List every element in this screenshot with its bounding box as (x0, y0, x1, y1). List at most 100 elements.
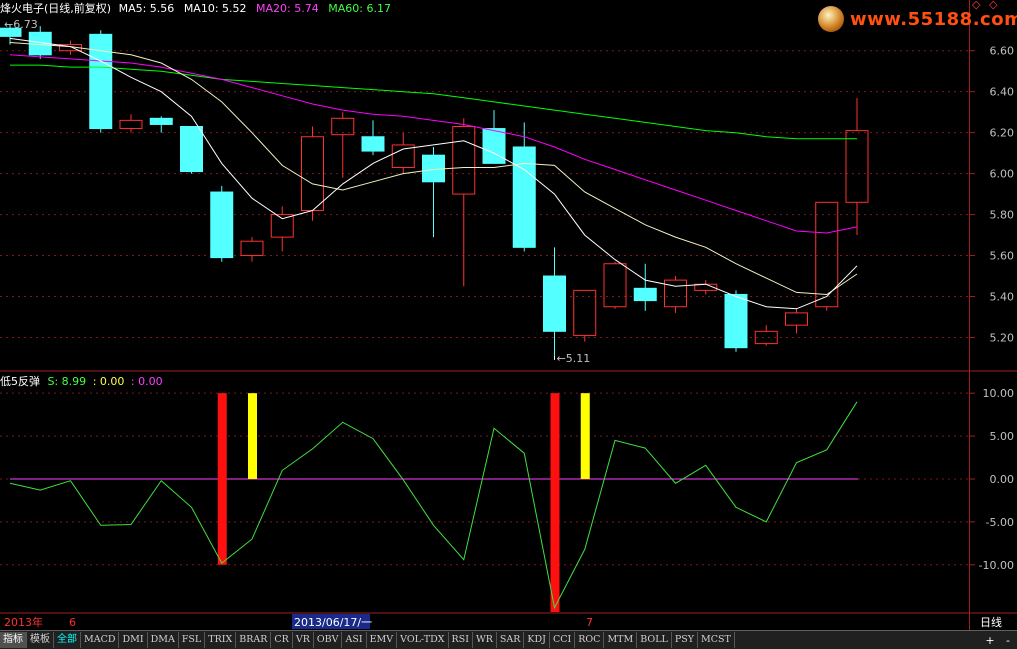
candle-body-up (452, 126, 476, 195)
date-cursor-label: 2013/06/17/一 (294, 616, 372, 629)
high-marker: ←6.73 (4, 18, 38, 31)
candle-body-up (603, 263, 627, 308)
tab-dmi[interactable]: DMI (119, 632, 148, 648)
candle (512, 122, 536, 252)
candle (89, 30, 113, 133)
tab-macd[interactable]: MACD (81, 632, 120, 648)
tab-全部[interactable]: 全部 (54, 632, 81, 648)
ma60-line (10, 64, 857, 140)
tab-vol-tdx[interactable]: VOL-TDX (397, 632, 449, 648)
tab-mcst[interactable]: MCST (698, 632, 735, 648)
tab-asi[interactable]: ASI (342, 632, 367, 648)
candle-body-down (89, 33, 113, 130)
price-axis-label: 5.60 (990, 250, 1015, 263)
candle (603, 261, 627, 309)
candle (543, 247, 566, 356)
tab-boll[interactable]: BOLL (637, 632, 672, 648)
candle (422, 146, 445, 238)
indicator-axis-label: 10.00 (983, 387, 1015, 400)
candle (331, 112, 355, 178)
tab-sar[interactable]: SAR (497, 632, 525, 648)
candle (210, 185, 234, 262)
candle-body-up (573, 289, 597, 336)
indicator-s-value: S: 8.99 (47, 375, 87, 388)
candle (119, 114, 143, 133)
indicator-ref-value: : 0.00 (130, 375, 163, 388)
low-marker: ←5.11 (557, 352, 591, 365)
zoom-in-button[interactable]: + (981, 634, 999, 647)
price-axis-label: 5.80 (990, 209, 1015, 222)
corner-controls: ◇ ◇ (969, 0, 1017, 14)
candle-body-up (845, 130, 869, 203)
ma60-value: MA60: 6.17 (328, 2, 391, 15)
tab-brar[interactable]: BRAR (236, 632, 272, 648)
candle-body-up (240, 240, 264, 257)
tab-指标[interactable]: 指标 (0, 632, 27, 648)
signal-bar (248, 393, 257, 479)
price-axis-label: 6.20 (990, 127, 1015, 140)
tab-dma[interactable]: DMA (148, 632, 179, 648)
tab-cci[interactable]: CCI (550, 632, 576, 648)
tab-vr[interactable]: VR (293, 632, 314, 648)
diamond-icon[interactable]: ◇ (972, 0, 980, 11)
candle (149, 116, 173, 133)
tab-kdj[interactable]: KDJ (524, 632, 550, 648)
candle-body-up (785, 312, 808, 326)
candle-body-down (512, 146, 536, 248)
indicator-axis-label: -10.00 (979, 559, 1014, 572)
indicator-axis-label: 5.00 (990, 430, 1015, 443)
indicator-axis-label: -5.00 (986, 516, 1014, 529)
candle-body-up (270, 214, 294, 238)
stock-title: 烽火电子(日线,前复权) (0, 2, 112, 15)
candle-body-up (754, 330, 778, 345)
indicator-series (9, 393, 858, 612)
tab-psy[interactable]: PSY (672, 632, 698, 648)
signal-bar (550, 393, 560, 612)
stock-chart-canvas[interactable]: 6.60 6.40 6.20 6.00 5.80 5.60 5.40 5.20 10.00 5.… (0, 0, 1017, 648)
indicator-zero-value: : 0.00 (92, 375, 125, 388)
candle-body-down (149, 117, 173, 125)
candle-body-up (119, 119, 143, 130)
zoom-out-button[interactable]: - (999, 634, 1017, 647)
tab-rsi[interactable]: RSI (449, 632, 473, 648)
tab-cr[interactable]: CR (271, 632, 293, 648)
chart-header: 烽火电子(日线,前复权) MA5: 5.56 MA10: 5.52 MA20: … (0, 0, 391, 16)
period-label[interactable]: 日线 (980, 615, 1002, 629)
indicator-axis: 10.00 5.00 0.00 -5.00 -10.00 (969, 387, 1014, 572)
candle-body-up (664, 279, 687, 308)
date-axis-month-6: 6 (69, 616, 76, 629)
candle (785, 308, 808, 334)
tab-fsl[interactable]: FSL (179, 632, 206, 648)
candle (633, 263, 657, 311)
signal-bar (217, 393, 227, 565)
price-axis-label: 6.00 (990, 168, 1015, 181)
tab-roc[interactable]: ROC (575, 632, 605, 648)
tab-wr[interactable]: WR (473, 632, 497, 648)
price-axis-label: 5.20 (990, 331, 1015, 344)
price-axis: 6.60 6.40 6.20 6.00 5.80 5.60 5.40 5.20 (969, 45, 1015, 344)
candle-body-down (724, 293, 748, 349)
candle (361, 120, 385, 156)
tab-obv[interactable]: OBV (314, 632, 343, 648)
price-axis-label: 6.40 (990, 86, 1015, 99)
tab-emv[interactable]: EMV (367, 632, 398, 648)
candle (754, 325, 778, 346)
tab-mtm[interactable]: MTM (604, 632, 638, 648)
date-axis-year: 2013年 (4, 615, 43, 629)
candlestick-series (0, 24, 869, 356)
price-axis-label: 6.60 (990, 45, 1015, 58)
candle-body-down (633, 287, 657, 302)
globe-icon (818, 6, 844, 32)
square-icon[interactable]: ◇ (989, 0, 997, 11)
candle (180, 126, 203, 174)
candle-body-down (361, 136, 385, 152)
tab-trix[interactable]: TRIX (205, 632, 237, 648)
candle (482, 110, 506, 164)
ma5-value: MA5: 5.56 (118, 2, 175, 15)
candle-body-down (210, 191, 234, 259)
s-line (9, 401, 858, 610)
signal-bar (580, 393, 590, 479)
date-axis-month-7: 7 (586, 616, 593, 629)
indicator-name: 低5反弹 (0, 375, 40, 388)
tab-模板[interactable]: 模板 (27, 632, 54, 648)
